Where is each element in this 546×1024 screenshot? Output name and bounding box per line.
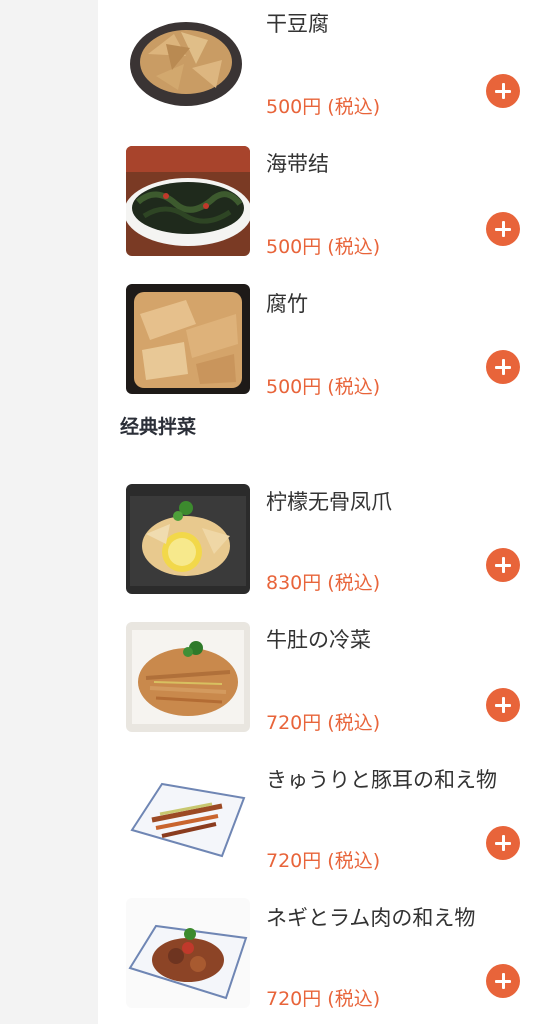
dish-image [126,4,250,114]
item-price: 720円 (税込) [266,712,381,734]
add-icon[interactable] [486,212,520,246]
item-name: 海带结 [266,152,329,176]
item-name: きゅうりと豚耳の和え物 [266,768,497,792]
dish-image [126,622,250,732]
item-price: 720円 (税込) [266,850,381,872]
item-name: 柠檬无骨凤爪 [266,490,392,514]
item-name: 牛肚の冷菜 [266,628,371,652]
menu-item[interactable]: 牛肚の冷菜 720円 (税込) [98,616,546,754]
menu-list: 干豆腐 500円 (税込) 海带结 500円 (税込) 腐竹 500円 (税込)… [98,0,546,1024]
item-price: 500円 (税込) [266,96,381,118]
add-icon[interactable] [486,964,520,998]
section-title: 经典拌菜 [120,416,197,438]
dish-image [126,898,250,1008]
dish-image [126,760,250,870]
menu-item[interactable]: きゅうりと豚耳の和え物 720円 (税込) [98,756,546,894]
item-price: 830円 (税込) [266,572,381,594]
add-icon[interactable] [486,826,520,860]
add-icon[interactable] [486,688,520,722]
menu-item[interactable]: 干豆腐 500円 (税込) [98,0,546,138]
menu-item[interactable]: 海带结 500円 (税込) [98,140,546,278]
menu-item[interactable]: ネギとラム肉の和え物 720円 (税込) [98,894,546,1024]
item-price: 720円 (税込) [266,988,381,1010]
item-name: ネギとラム肉の和え物 [266,906,476,930]
menu-page: 干豆腐 500円 (税込) 海带结 500円 (税込) 腐竹 500円 (税込)… [0,0,546,1024]
category-sidebar [0,0,98,1024]
item-name: 干豆腐 [266,12,329,36]
add-icon[interactable] [486,350,520,384]
dish-image [126,484,250,594]
add-icon[interactable] [486,74,520,108]
item-price: 500円 (税込) [266,376,381,398]
item-price: 500円 (税込) [266,236,381,258]
dish-image [126,284,250,394]
item-name: 腐竹 [266,292,308,316]
dish-image [126,146,250,256]
add-icon[interactable] [486,548,520,582]
menu-item[interactable]: 腐竹 500円 (税込) [98,280,546,418]
menu-item[interactable]: 柠檬无骨凤爪 830円 (税込) [98,478,546,616]
